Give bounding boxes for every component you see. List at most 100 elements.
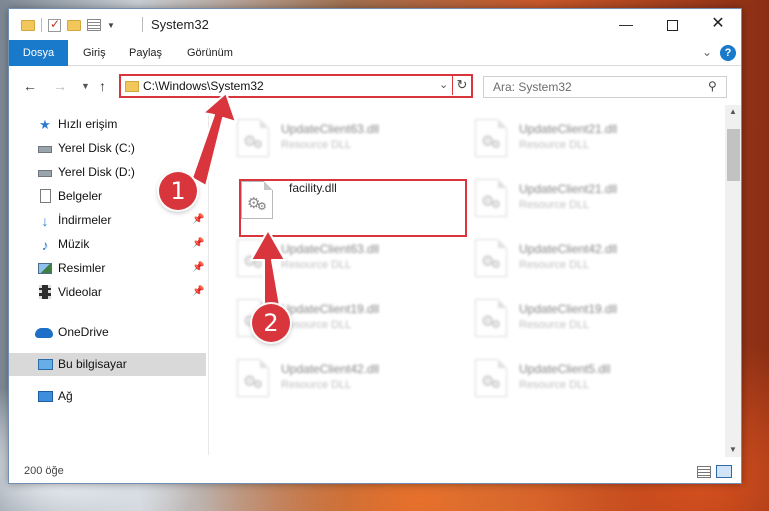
file-name: UpdateClient19.dll	[519, 302, 618, 316]
status-bar: 200 öğe	[9, 461, 741, 483]
sidebar-item-label: İndirmeler	[58, 213, 112, 227]
file-type: Resource DLL	[519, 259, 590, 271]
dll-file-icon: ⚙⚙	[475, 179, 507, 217]
address-bar[interactable]: C:\Windows\System32 ⌄ ↻	[119, 74, 473, 98]
customize-toolbar-chevron-icon[interactable]: ▼	[107, 21, 115, 30]
sidebar-item-network[interactable]: Ağ	[9, 385, 206, 408]
help-icon[interactable]: ?	[720, 45, 736, 61]
expand-ribbon-chevron-icon[interactable]: ⌄	[702, 45, 712, 59]
pictures-icon	[37, 261, 53, 277]
dll-file-icon: ⚙⚙	[237, 359, 269, 397]
file-item[interactable]: ⚙ ⚙ UpdateClient63.dll Resource DLL	[215, 229, 435, 285]
item-count: 200 öğe	[24, 465, 64, 477]
file-name: UpdateClient63.dll	[281, 242, 380, 256]
tab-file[interactable]: Dosya	[9, 40, 68, 66]
sidebar-item-pictures[interactable]: Resimler 📌	[9, 257, 206, 280]
tab-share[interactable]: Paylaş	[119, 40, 172, 66]
file-name: UpdateClient19.dll	[281, 302, 380, 316]
vertical-scrollbar[interactable]: ▲ ▼	[725, 105, 741, 457]
pin-icon[interactable]: 📌	[192, 286, 204, 297]
file-item[interactable]: ⚙ ⚙ UpdateClient63.dll Resource DLL	[215, 109, 435, 165]
sidebar-item-this-pc[interactable]: Bu bilgisayar	[9, 353, 206, 376]
properties-icon[interactable]	[48, 17, 61, 32]
details-view-icon[interactable]	[697, 466, 711, 478]
sidebar-item-downloads[interactable]: ↓ İndirmeler 📌	[9, 209, 206, 232]
dll-file-icon: ⚙⚙	[475, 299, 507, 337]
sidebar-item-label: Resimler	[58, 261, 106, 275]
search-placeholder: Ara: System32	[493, 80, 572, 94]
file-item[interactable]: ⚙⚙ UpdateClient19.dll Resource DLL	[453, 289, 673, 345]
search-icon: ⚲	[708, 79, 717, 93]
view-options-icon[interactable]	[87, 19, 101, 31]
scroll-up-icon[interactable]: ▲	[729, 107, 737, 116]
sidebar-item-label: Yerel Disk (D:)	[58, 165, 135, 179]
sidebar-item-label: Videolar	[58, 285, 102, 299]
dll-file-icon: ⚙⚙	[475, 359, 507, 397]
pin-icon[interactable]: 📌	[192, 214, 204, 225]
file-item[interactable]: ⚙ ⚙ UpdateClient42.dll Resource DLL	[453, 229, 673, 285]
scroll-thumb[interactable]	[727, 129, 740, 181]
back-button[interactable]: ←	[23, 78, 37, 94]
recent-locations-chevron-icon[interactable]: ▼	[81, 81, 90, 91]
pin-icon[interactable]: 📌	[192, 262, 204, 273]
file-type: Resource DLL	[519, 139, 590, 151]
file-item[interactable]: ⚙ ⚙ UpdateClient42.dll Resource DLL	[215, 349, 435, 405]
network-icon	[37, 389, 53, 405]
sidebar-item-local-disk-c[interactable]: Yerel Disk (C:)	[9, 137, 206, 160]
address-dropdown-chevron-icon[interactable]: ⌄	[439, 78, 448, 91]
drive-icon	[37, 141, 53, 157]
star-icon: ★	[39, 117, 51, 132]
sidebar-item-quick-access[interactable]: ★ Hızlı erişim	[9, 113, 206, 136]
sidebar-item-label: Belgeler	[58, 189, 103, 203]
pin-icon[interactable]: 📌	[192, 238, 204, 249]
pane-divider[interactable]	[208, 105, 209, 455]
file-type: Resource DLL	[281, 379, 352, 391]
address-path[interactable]: C:\Windows\System32	[143, 79, 264, 93]
step-1-badge: 1	[159, 172, 197, 210]
sidebar-item-onedrive[interactable]: OneDrive	[9, 321, 206, 344]
file-name: UpdateClient21.dll	[519, 182, 618, 196]
close-button[interactable]: ✕	[695, 9, 741, 40]
file-explorer-window: ▼ System32 — ✕ Dosya Giriş Paylaş Görünü…	[8, 8, 742, 484]
minimize-button[interactable]: —	[603, 9, 649, 40]
scroll-down-icon[interactable]: ▼	[729, 445, 737, 454]
quick-access-toolbar: ▼	[21, 17, 115, 32]
tab-home[interactable]: Giriş	[73, 40, 116, 66]
file-type: Resource DLL	[519, 319, 590, 331]
up-button[interactable]: ↑	[99, 78, 106, 94]
drive-icon	[37, 165, 53, 181]
file-type: Resource DLL	[519, 379, 590, 391]
download-icon: ↓	[41, 213, 49, 229]
large-icons-view-icon[interactable]	[716, 465, 732, 478]
refresh-button[interactable]: ↻	[452, 75, 471, 95]
file-item[interactable]: ⚙⚙ UpdateClient19.dll Resource DLL	[215, 289, 435, 345]
music-icon: ♪	[41, 237, 49, 253]
file-item[interactable]: ⚙ ⚙ UpdateClient21.dll Resource DLL	[453, 169, 673, 225]
file-type: Resource DLL	[519, 199, 590, 211]
ribbon-tabs: Dosya Giriş Paylaş Görünüm ⌄ ?	[9, 40, 741, 66]
sidebar-item-label: Yerel Disk (C:)	[58, 141, 135, 155]
file-item[interactable]: ⚙ ⚙ UpdateClient5.dll Resource DLL	[453, 349, 673, 405]
videos-icon	[37, 285, 53, 301]
file-item[interactable]: ⚙ ⚙ UpdateClient21.dll Resource DLL	[453, 109, 673, 165]
file-type: Resource DLL	[281, 139, 352, 151]
sidebar-item-videos[interactable]: Videolar 📌	[9, 281, 206, 304]
sidebar-item-label: OneDrive	[58, 325, 109, 339]
folder-icon	[125, 81, 139, 92]
window-title: System32	[151, 17, 209, 32]
maximize-button[interactable]	[649, 9, 695, 40]
search-input[interactable]: Ara: System32 ⚲	[483, 76, 727, 98]
highlight-box	[239, 179, 467, 237]
sidebar-item-music[interactable]: ♪ Müzik 📌	[9, 233, 206, 256]
new-folder-icon[interactable]	[67, 19, 81, 31]
onedrive-icon	[35, 325, 53, 341]
sidebar-item-label: Müzik	[58, 237, 90, 251]
sidebar-item-label: Ağ	[58, 389, 73, 403]
forward-button[interactable]: →	[53, 78, 67, 94]
title-bar: ▼ System32 — ✕	[9, 9, 741, 40]
dll-file-icon: ⚙⚙	[475, 119, 507, 157]
folder-icon[interactable]	[21, 19, 35, 31]
maximize-icon	[666, 19, 678, 31]
this-pc-icon	[37, 357, 53, 373]
tab-view[interactable]: Görünüm	[177, 40, 243, 66]
